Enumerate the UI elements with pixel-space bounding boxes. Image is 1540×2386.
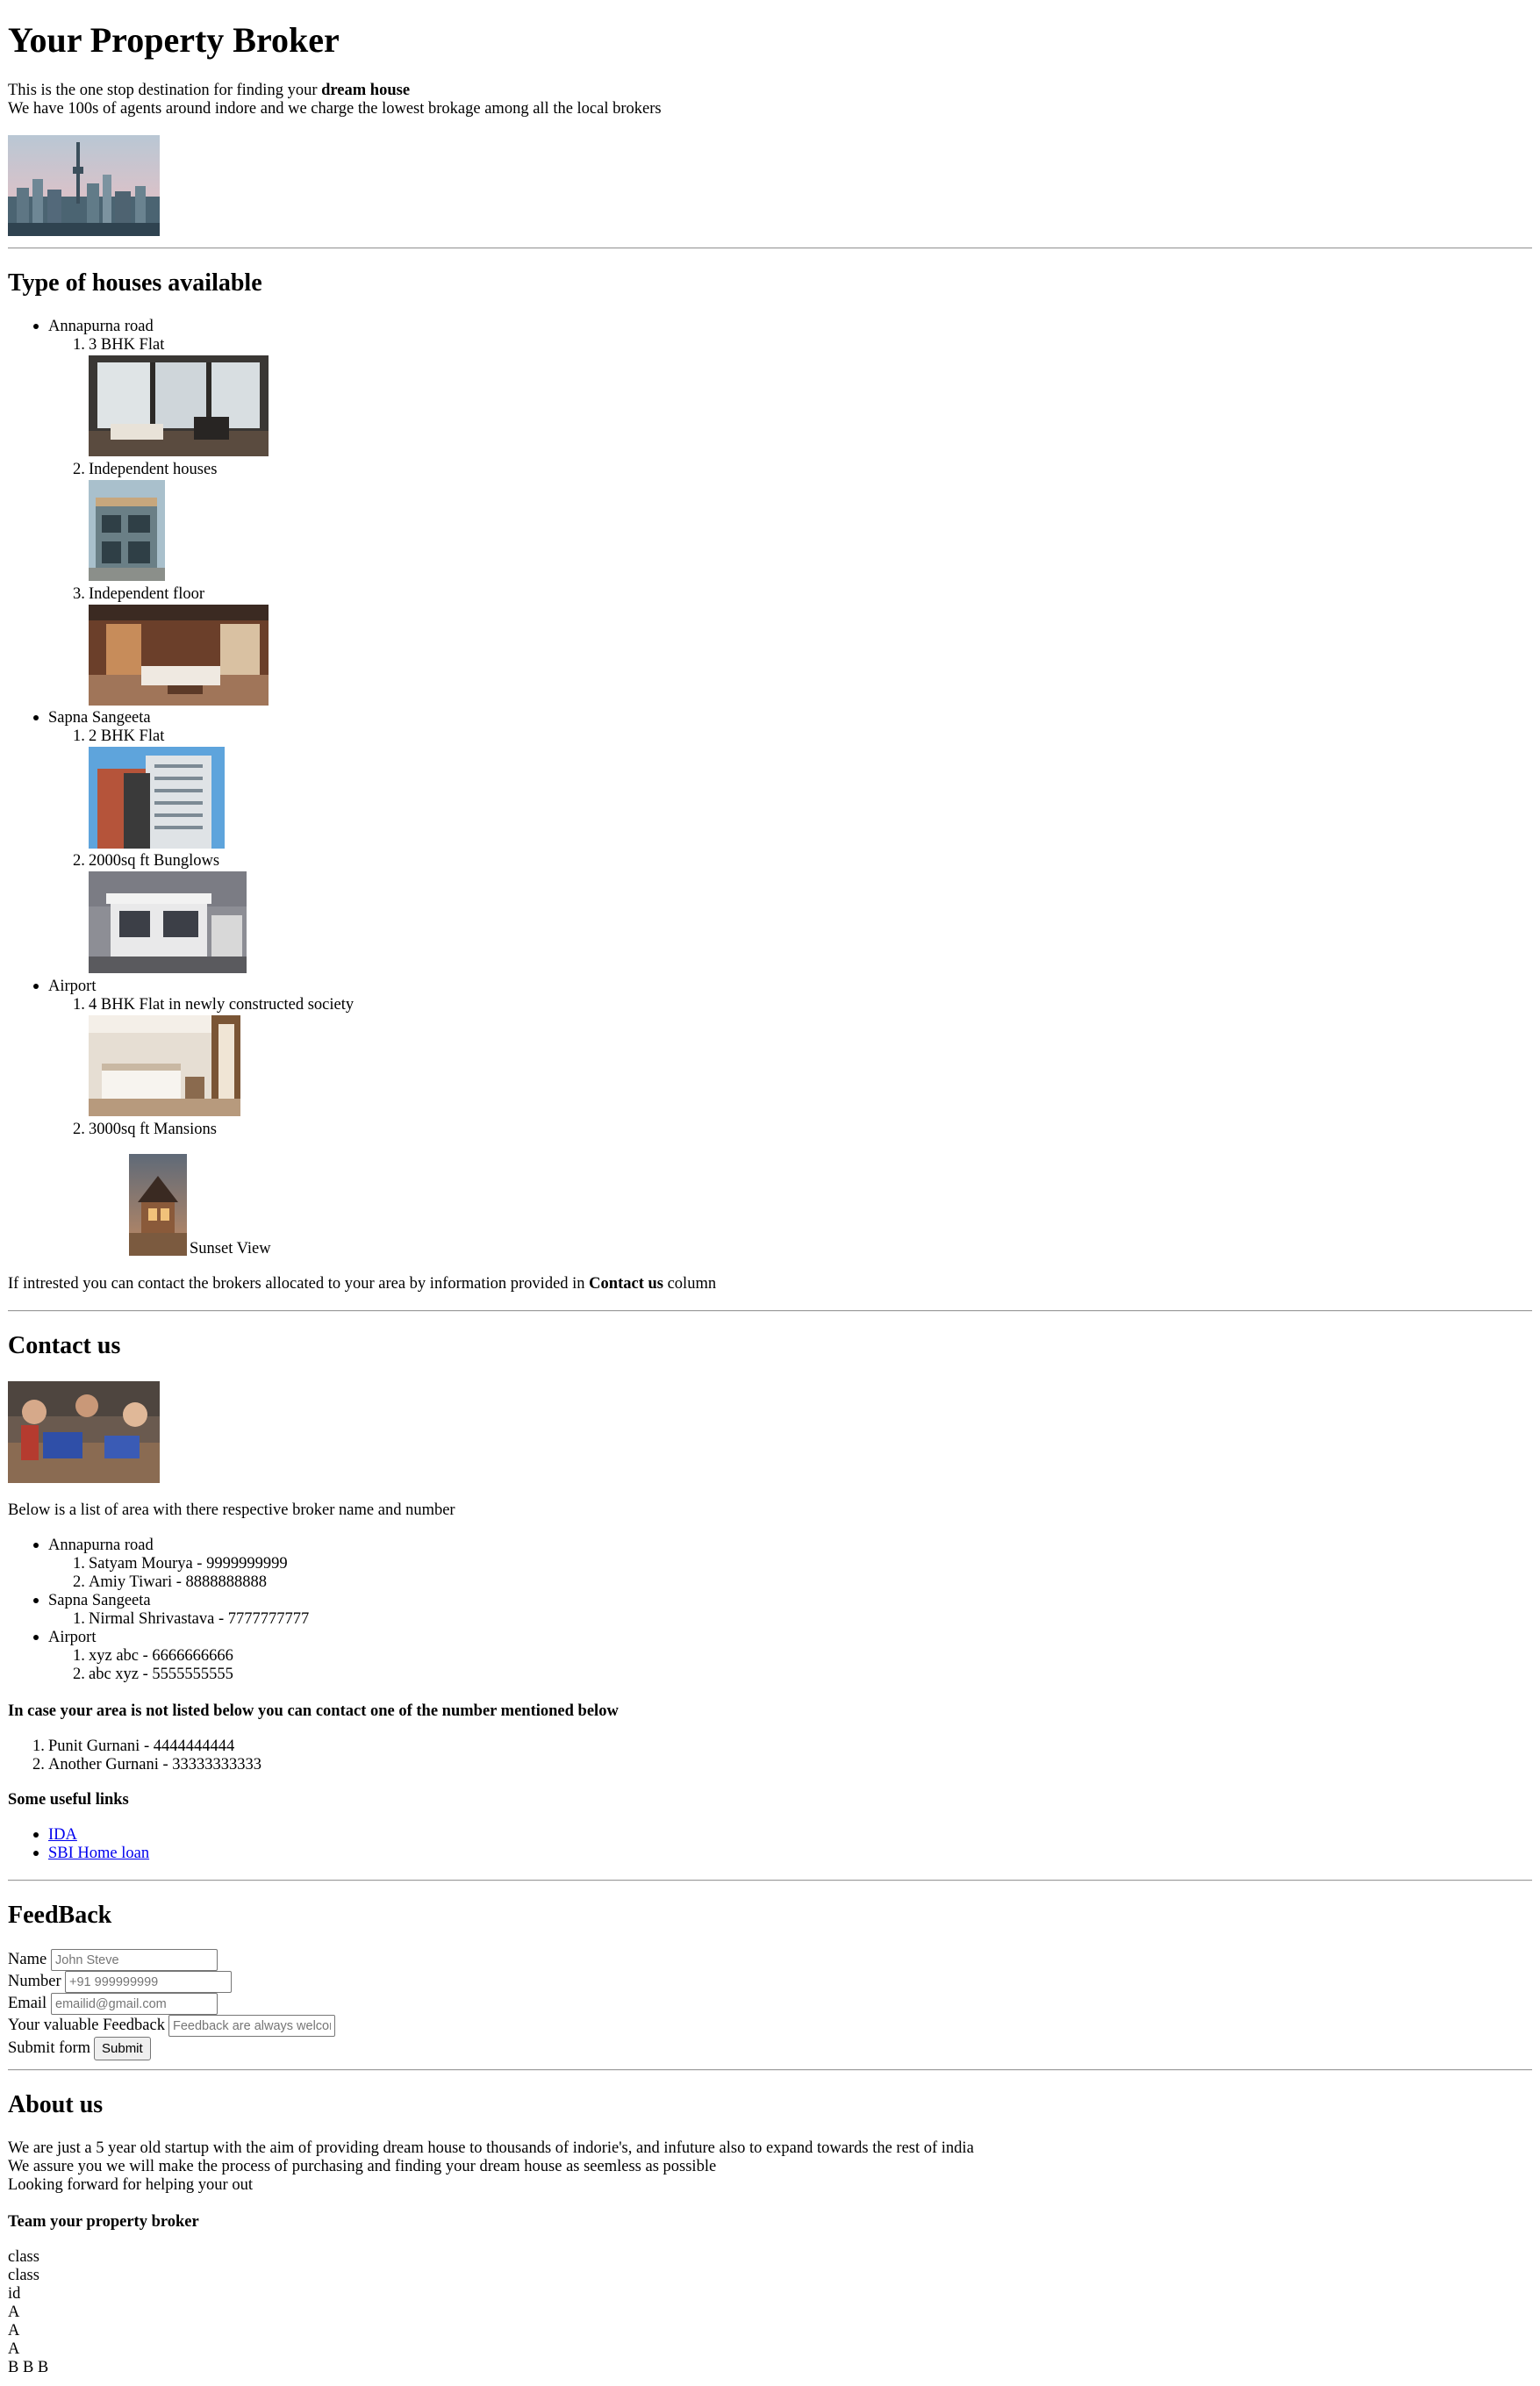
- house-item-independent-floor: Independent floor: [89, 585, 205, 603]
- team-heading: Team your property broker: [8, 2213, 199, 2231]
- houses-heading: Type of houses available: [8, 269, 262, 297]
- houses-footer-text: If intrested you can contact the brokers…: [8, 1275, 585, 1293]
- house-item-3bhk-flat: 3 BHK Flat: [89, 336, 165, 354]
- team-meeting-image: [8, 1381, 160, 1483]
- list-number: 1.: [73, 336, 85, 354]
- tail-text: A: [8, 2340, 20, 2358]
- broker-entry: Satyam Mourya - 9999999999: [89, 1555, 288, 1573]
- divider: [8, 1880, 1532, 1881]
- list-number: 1.: [73, 727, 85, 745]
- houses-footer: If intrested you can contact the brokers…: [8, 1275, 716, 1294]
- about-heading: About us: [8, 2091, 104, 2118]
- page: Your Property Broker This is the one sto…: [0, 0, 1540, 2386]
- contact-area-sapna-sangeeta: Sapna Sangeeta: [48, 1592, 151, 1609]
- feedback-heading: FeedBack: [8, 1902, 112, 1929]
- list-number: 2.: [73, 1121, 85, 1138]
- fallback-contact: Another Gurnani - 33333333333: [48, 1756, 262, 1773]
- bullet-icon: [33, 1851, 39, 1856]
- area-sapna-sangeeta: Sapna Sangeeta: [48, 709, 151, 727]
- email-label: Email: [8, 1995, 47, 2012]
- tail-text: class: [8, 2248, 39, 2266]
- tail-text: B B B: [8, 2359, 49, 2376]
- house-item-4bhk-flat: 4 BHK Flat in newly constructed society: [89, 996, 355, 1014]
- link-sbi-home-loan[interactable]: SBI Home loan: [48, 1845, 149, 1864]
- fallback-contact: Punit Gurnani - 4444444444: [48, 1738, 235, 1755]
- divider: [8, 1310, 1532, 1312]
- list-number: 3.: [73, 585, 85, 603]
- 4bhk-flat-image: [89, 1015, 240, 1116]
- about-line: We assure you we will make the process o…: [8, 2158, 717, 2175]
- list-number: 1.: [73, 1555, 85, 1573]
- divider: [8, 2069, 1532, 2071]
- city-skyline-image: [8, 135, 160, 236]
- broker-entry: Nirmal Shrivastava - 7777777777: [89, 1610, 310, 1628]
- intro-text: This is the one stop destination for fin…: [8, 82, 318, 99]
- broker-entry: Amiy Tiwari - 8888888888: [89, 1573, 268, 1591]
- broker-entry: abc xyz - 5555555555: [89, 1666, 233, 1683]
- about-line: We are just a 5 year old startup with th…: [8, 2139, 974, 2157]
- bullet-icon: [33, 1543, 39, 1548]
- list-number: 2.: [73, 1666, 85, 1683]
- list-number: 2.: [73, 852, 85, 870]
- mansion-image: [129, 1154, 187, 1256]
- image-caption: Sunset View: [190, 1240, 271, 1257]
- independent-floor-image: [89, 605, 269, 706]
- fallback-heading: In case your area is not listed below yo…: [8, 1702, 619, 1720]
- name-input[interactable]: [51, 1949, 218, 1971]
- contact-heading: Contact us: [8, 1332, 121, 1359]
- bullet-icon: [33, 984, 39, 989]
- about-line: Looking forward for helping your out: [8, 2176, 253, 2194]
- bullet-icon: [33, 324, 39, 329]
- list-number: 1.: [32, 1738, 45, 1755]
- 3bhk-flat-image: [89, 355, 269, 456]
- tail-text: A: [8, 2304, 20, 2321]
- number-label: Number: [8, 1973, 61, 1990]
- links-heading: Some useful links: [8, 1791, 129, 1809]
- list-number: 1.: [73, 1647, 85, 1665]
- bullet-icon: [33, 1635, 39, 1640]
- houses-footer-suffix: column: [667, 1275, 717, 1293]
- bullet-icon: [33, 715, 39, 720]
- intro-line-1: This is the one stop destination for fin…: [8, 82, 410, 101]
- bullet-icon: [33, 1832, 39, 1838]
- tail-text: id: [8, 2285, 21, 2303]
- intro-highlight: dream house: [321, 82, 411, 99]
- tail-text: A: [8, 2322, 20, 2339]
- list-number: 1.: [73, 996, 85, 1014]
- contact-intro: Below is a list of area with there respe…: [8, 1501, 455, 1519]
- house-item-3000sqft-mansions: 3000sq ft Mansions: [89, 1121, 217, 1138]
- page-title: Your Property Broker: [8, 20, 340, 60]
- house-item-2000sqft-bunglows: 2000sq ft Bunglows: [89, 852, 220, 870]
- area-airport: Airport: [48, 978, 97, 995]
- contact-area-airport: Airport: [48, 1629, 97, 1646]
- tail-text: class: [8, 2267, 39, 2284]
- bunglow-image: [89, 871, 247, 973]
- 2bhk-flat-image: [89, 747, 225, 849]
- number-input[interactable]: [65, 1971, 232, 1993]
- list-number: 2.: [73, 1573, 85, 1591]
- intro-line-2: We have 100s of agents around indore and…: [8, 100, 662, 118]
- divider: [8, 247, 1532, 249]
- list-number: 2.: [32, 1756, 45, 1773]
- bullet-icon: [33, 1598, 39, 1603]
- email-input[interactable]: [51, 1993, 218, 2015]
- list-number: 2.: [73, 461, 85, 478]
- submit-label: Submit form: [8, 2039, 91, 2057]
- list-number: 1.: [73, 1610, 85, 1628]
- house-item-independent-houses: Independent houses: [89, 461, 218, 478]
- contact-us-reference: Contact us: [589, 1275, 663, 1293]
- broker-entry: xyz abc - 6666666666: [89, 1647, 233, 1665]
- contact-area-annapurna-road: Annapurna road: [48, 1537, 154, 1554]
- independent-houses-image: [89, 480, 165, 581]
- house-item-2bhk-flat: 2 BHK Flat: [89, 727, 165, 745]
- area-annapurna-road: Annapurna road: [48, 318, 154, 335]
- submit-button[interactable]: Submit: [94, 2037, 151, 2060]
- name-label: Name: [8, 1951, 47, 1968]
- feedback-input[interactable]: [168, 2015, 335, 2037]
- link-ida[interactable]: IDA: [48, 1826, 77, 1845]
- feedback-label: Your valuable Feedback: [8, 2017, 165, 2034]
